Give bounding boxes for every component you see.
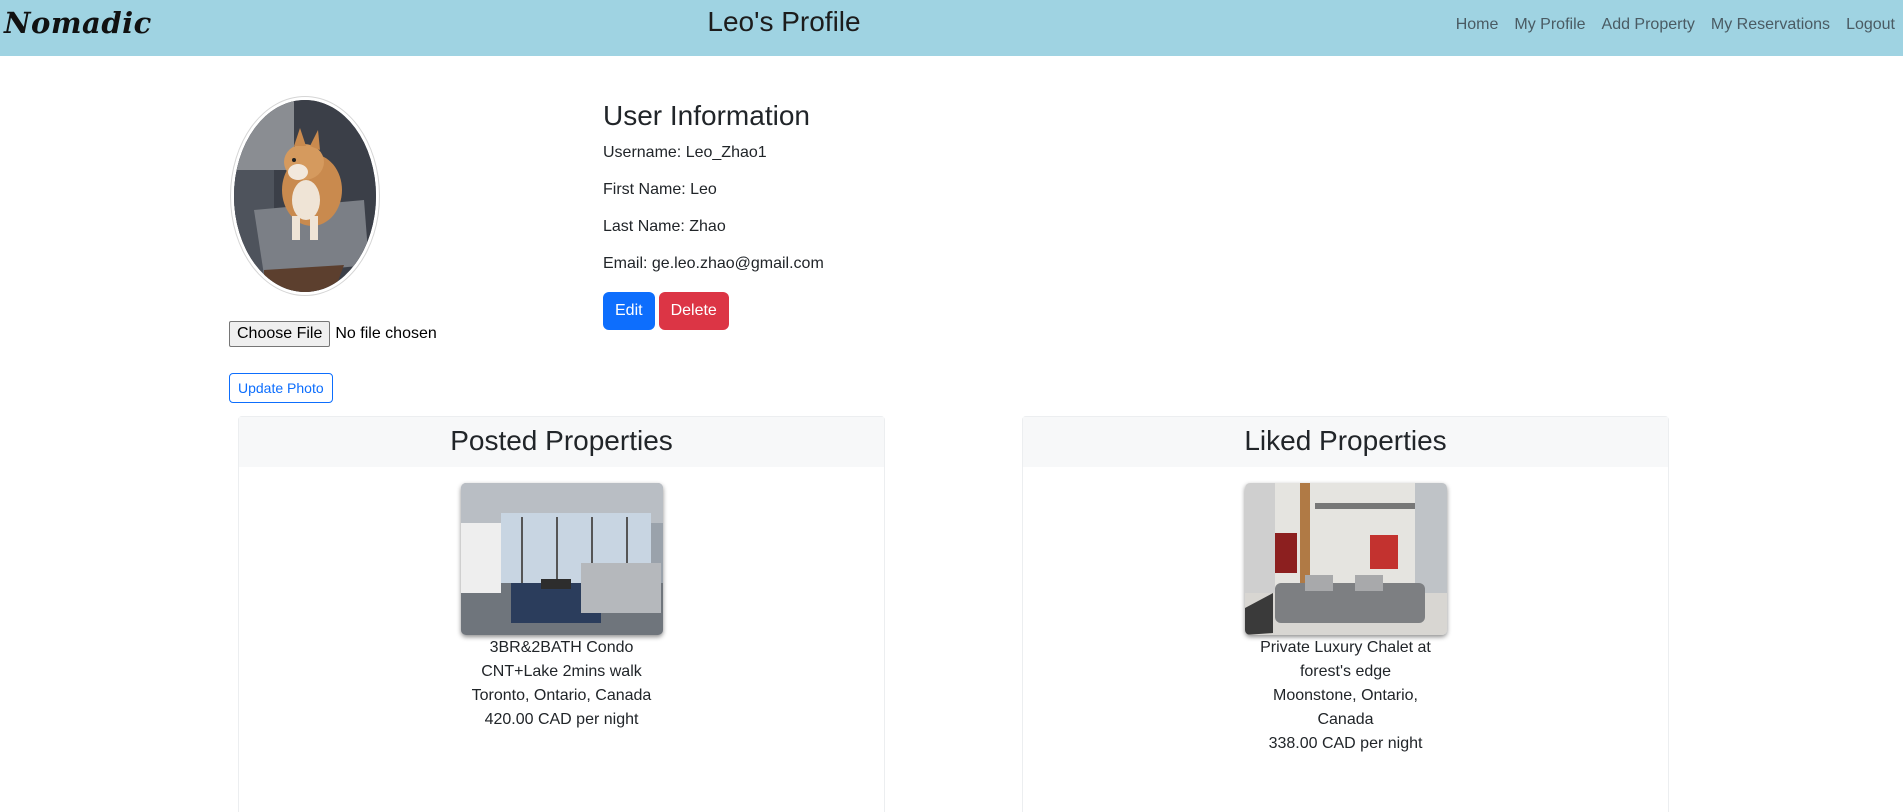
property-details: Private Luxury Chalet at forest's edge M… [1245, 636, 1447, 756]
property-image[interactable] [460, 483, 663, 635]
property-location: Moonstone, Ontario, Canada [1273, 687, 1418, 728]
property-image[interactable] [1244, 483, 1447, 635]
file-upload-row: Choose File No file chosen [229, 321, 437, 347]
user-info-heading: User Information [603, 100, 810, 131]
navbar: Nomadic Leo's Profile Home My Profile Ad… [0, 0, 1903, 56]
nav-links: Home My Profile Add Property My Reservat… [1448, 16, 1903, 34]
liked-properties-panel: Liked Properties Private Luxury Chalet a… [1022, 416, 1669, 812]
property-title: Private Luxury Chalet at forest's edge [1260, 639, 1431, 680]
property-title: 3BR&2BATH Condo CNT+Lake 2mins walk [481, 639, 642, 680]
posted-properties-heading: Posted Properties [239, 417, 884, 467]
user-actions: Edit Delete [603, 292, 824, 330]
posted-properties-panel: Posted Properties 3BR&2BATH Condo CNT+La… [238, 416, 885, 812]
liked-properties-heading: Liked Properties [1023, 417, 1668, 467]
user-info: User Information Username: Leo_Zhao1 Fir… [603, 100, 824, 330]
nav-link-my-reservations[interactable]: My Reservations [1711, 16, 1830, 34]
first-name-text: First Name: Leo [603, 181, 717, 198]
property-price: 420.00 CAD per night [484, 711, 639, 728]
avatar-photo [234, 100, 376, 292]
last-name-text: Last Name: Zhao [603, 218, 726, 235]
file-status: No file chosen [335, 325, 437, 342]
page-title: Leo's Profile [707, 6, 861, 37]
avatar-frame [230, 96, 380, 296]
username-text: Username: Leo_Zhao1 [603, 144, 767, 161]
property-card[interactable]: Private Luxury Chalet at forest's edge M… [1244, 483, 1447, 756]
nav-link-home[interactable]: Home [1456, 16, 1499, 34]
property-location: Toronto, Ontario, Canada [471, 687, 652, 704]
avatar [234, 100, 376, 292]
edit-button[interactable]: Edit [603, 292, 655, 330]
property-details: 3BR&2BATH Condo CNT+Lake 2mins walk Toro… [461, 636, 663, 732]
update-photo-button[interactable]: Update Photo [229, 373, 333, 403]
property-price: 338.00 CAD per night [1268, 735, 1423, 752]
email-text: Email: ge.leo.zhao@gmail.com [603, 255, 824, 272]
property-card[interactable]: 3BR&2BATH Condo CNT+Lake 2mins walk Toro… [460, 483, 663, 732]
nav-link-my-profile[interactable]: My Profile [1514, 16, 1585, 34]
nav-link-logout[interactable]: Logout [1846, 16, 1895, 34]
delete-button[interactable]: Delete [658, 292, 729, 330]
choose-file-button[interactable]: Choose File [229, 321, 331, 347]
nav-link-add-property[interactable]: Add Property [1602, 16, 1695, 34]
